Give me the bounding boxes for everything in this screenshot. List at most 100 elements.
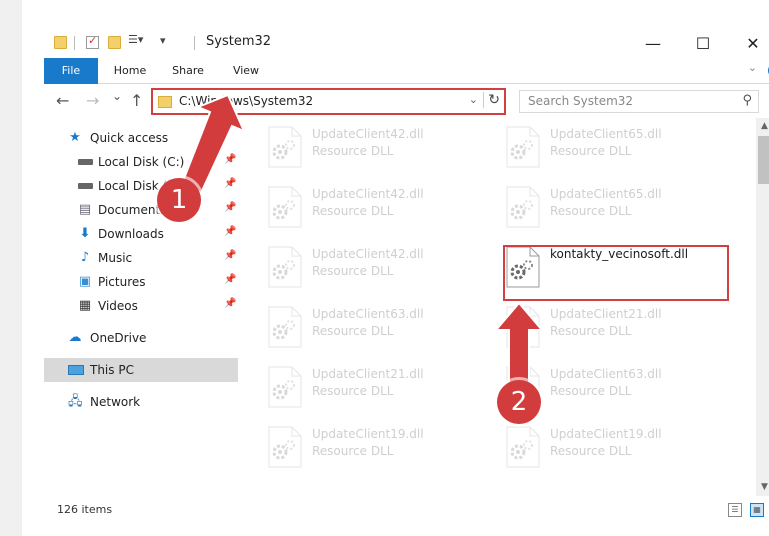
sidebar-item-local-disk-d[interactable]: Local Disk (D:) 📌 [44, 174, 238, 198]
file-name: UpdateClient42.dll [312, 127, 424, 141]
recent-locations-button[interactable]: ⌄ [112, 89, 122, 103]
refresh-icon[interactable]: ↻ [483, 92, 500, 108]
sidebar-item-pictures[interactable]: ▣ Pictures 📌 [44, 270, 238, 294]
minimize-button[interactable]: — [630, 28, 676, 58]
file-item[interactable]: UpdateClient21.dll Resource DLL [246, 358, 476, 408]
sidebar-item-label: Network [90, 395, 141, 409]
search-icon[interactable]: ⚲ [742, 93, 752, 108]
file-type: Resource DLL [550, 324, 632, 338]
new-folder-icon[interactable] [108, 36, 121, 49]
pin-icon[interactable]: 📌 [224, 154, 236, 165]
sidebar-item-label: Downloads [98, 227, 164, 241]
vertical-scrollbar[interactable]: ▲ ▼ [756, 118, 769, 496]
file-type: Resource DLL [312, 144, 394, 158]
sidebar-item-label: Music [98, 251, 133, 265]
back-button[interactable]: ← [56, 91, 69, 110]
pin-icon[interactable]: 📌 [224, 202, 236, 213]
dll-file-icon [506, 306, 540, 348]
file-type: Resource DLL [312, 204, 394, 218]
sidebar-item-label: Local Disk (C:) [98, 155, 185, 169]
drive-icon [78, 159, 93, 165]
scroll-up-icon[interactable]: ▲ [756, 118, 769, 135]
file-name: UpdateClient42.dll [312, 247, 424, 261]
file-name: UpdateClient42.dll [312, 187, 424, 201]
file-type: Resource DLL [550, 384, 632, 398]
pin-icon[interactable]: 📌 [224, 298, 236, 309]
expand-ribbon-icon[interactable]: ⌄ [748, 61, 757, 74]
toolbar-dropdown-icon[interactable]: ▾ [160, 34, 173, 47]
file-item[interactable]: UpdateClient19.dll Resource DLL [246, 418, 476, 468]
file-type: Resource DLL [312, 444, 394, 458]
pin-icon[interactable]: 📌 [224, 274, 236, 285]
up-button[interactable]: ↑ [130, 91, 143, 110]
file-item[interactable]: UpdateClient42.dll Resource DLL [246, 178, 476, 228]
sidebar-item-label: Documents [98, 203, 167, 217]
search-placeholder: Search System32 [528, 94, 634, 108]
dll-file-icon [506, 126, 540, 168]
file-item[interactable]: UpdateClient65.dll Resource DLL [484, 118, 714, 168]
customize-toolbar-icon[interactable]: ☰▾ [128, 33, 143, 46]
maximize-button[interactable]: ☐ [680, 28, 726, 58]
file-type: Resource DLL [550, 204, 632, 218]
tab-home[interactable]: Home [108, 58, 152, 84]
video-icon: ▦ [78, 298, 92, 313]
sidebar-item-music[interactable]: ♪ Music 📌 [44, 246, 238, 270]
sidebar-item-network[interactable]: 🖧 Network [44, 390, 238, 414]
pin-icon[interactable]: 📌 [224, 178, 236, 189]
file-name: UpdateClient21.dll [550, 307, 662, 321]
divider [74, 36, 75, 50]
file-name: UpdateClient65.dll [550, 187, 662, 201]
picture-icon: ▣ [78, 274, 92, 289]
file-item[interactable]: UpdateClient42.dll Resource DLL [246, 238, 476, 288]
pin-icon[interactable]: 📌 [224, 226, 236, 237]
file-type: Resource DLL [550, 144, 632, 158]
folder-icon [54, 36, 67, 49]
sidebar-item-label: Videos [98, 299, 138, 313]
properties-icon[interactable] [86, 34, 99, 49]
sidebar-item-this-pc[interactable]: This PC [44, 358, 238, 382]
dll-file-icon [268, 426, 302, 468]
file-item[interactable]: UpdateClient19.dll Resource DLL [484, 418, 714, 468]
sidebar-item-videos[interactable]: ▦ Videos 📌 [44, 294, 238, 318]
sidebar-item-documents[interactable]: ▤ Documents 📌 [44, 198, 238, 222]
status-bar: 126 items ☰ ▦ [44, 496, 769, 524]
sidebar-item-label: Pictures [98, 275, 146, 289]
file-list: UpdateClient42.dll Resource DLL UpdateClie… [246, 118, 756, 496]
scroll-down-icon[interactable]: ▼ [756, 479, 769, 496]
search-input[interactable]: Search System32 ⚲ [519, 90, 759, 113]
dll-file-icon [506, 426, 540, 468]
tab-view[interactable]: View [224, 58, 268, 84]
file-name: UpdateClient65.dll [550, 127, 662, 141]
address-path[interactable]: C:\Windows\System32 [179, 94, 313, 108]
large-icons-view-icon[interactable]: ▦ [750, 503, 764, 517]
music-icon: ♪ [80, 250, 90, 265]
sidebar-item-local-disk-c[interactable]: Local Disk (C:) 📌 [44, 150, 238, 174]
sidebar-item-quick-access[interactable]: ★ Quick access [44, 126, 238, 150]
sidebar-item-onedrive[interactable]: ☁ OneDrive [44, 326, 238, 350]
dll-file-icon [268, 306, 302, 348]
file-type: Resource DLL [312, 264, 394, 278]
pin-icon[interactable]: 📌 [224, 250, 236, 261]
title-bar: ☰▾ ▾ System32 — ☐ ✕ [44, 28, 769, 58]
file-name: UpdateClient21.dll [312, 367, 424, 381]
details-view-icon[interactable]: ☰ [728, 503, 742, 517]
sidebar-item-label: Quick access [90, 131, 169, 145]
file-item[interactable]: UpdateClient42.dll Resource DLL [246, 118, 476, 168]
divider [194, 36, 195, 50]
close-button[interactable]: ✕ [730, 28, 769, 58]
scroll-thumb[interactable] [758, 136, 769, 184]
file-name: UpdateClient63.dll [550, 367, 662, 381]
file-item[interactable]: UpdateClient65.dll Resource DLL [484, 178, 714, 228]
download-icon: ⬇ [79, 226, 91, 241]
file-item[interactable]: UpdateClient21.dll Resource DLL [484, 298, 714, 348]
tab-share[interactable]: Share [166, 58, 210, 84]
highlight-box [503, 245, 729, 301]
address-bar[interactable]: C:\Windows\System32 ⌄ ↻ [151, 88, 506, 115]
navigation-bar: ← → ⌄ ↑ C:\Windows\System32 ⌄ ↻ Search S… [44, 84, 769, 118]
file-item[interactable]: UpdateClient63.dll Resource DLL [246, 298, 476, 348]
drive-icon [78, 183, 93, 189]
sidebar-item-downloads[interactable]: ⬇ Downloads 📌 [44, 222, 238, 246]
forward-button[interactable]: → [86, 91, 99, 110]
chevron-down-icon[interactable]: ⌄ [469, 93, 478, 106]
ribbon: File Home Share View ⌄ ? [44, 58, 769, 108]
